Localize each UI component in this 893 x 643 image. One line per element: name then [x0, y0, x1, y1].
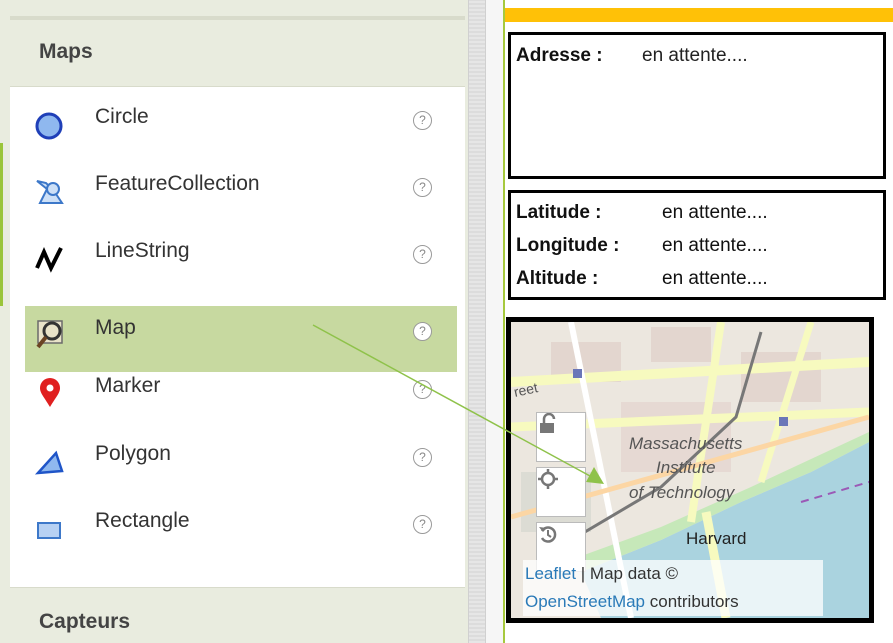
- components-palette: Maps Circle ? FeatureCollection ? LineSt…: [0, 0, 468, 643]
- marker-icon: [34, 377, 66, 409]
- altitude-label: Altitude :: [516, 268, 599, 289]
- map-icon: [34, 319, 66, 351]
- linestring-icon: [34, 242, 66, 274]
- latitude-value: en attente....: [662, 202, 768, 223]
- palette-item-polygon[interactable]: Polygon ?: [25, 432, 457, 498]
- lock-icon: [540, 413, 556, 433]
- crosshair-icon: [538, 469, 558, 489]
- adresse-value: en attente....: [642, 45, 748, 66]
- map-place-label: Institute: [656, 458, 716, 477]
- map-place-label: of Technology: [629, 483, 736, 502]
- title-bar: [505, 8, 893, 22]
- help-icon[interactable]: ?: [413, 245, 432, 264]
- attribution-text: | Map data ©: [580, 564, 679, 583]
- palette-item-label: Polygon: [95, 442, 171, 465]
- palette-item-rectangle[interactable]: Rectangle ?: [25, 499, 457, 565]
- polygon-icon: [34, 445, 66, 477]
- maps-items-panel: Circle ? FeatureCollection ? LineString …: [10, 86, 465, 587]
- rotate-icon: [539, 526, 557, 543]
- help-icon[interactable]: ?: [413, 448, 432, 467]
- selection-accent-bar: [0, 143, 3, 306]
- longitude-label: Longitude :: [516, 235, 620, 256]
- palette-item-label: Circle: [95, 105, 149, 128]
- coordinates-arrangement[interactable]: Latitude : en attente.... Longitude : en…: [508, 190, 886, 300]
- latitude-label: Latitude :: [516, 202, 602, 223]
- palette-item-label: Rectangle: [95, 509, 190, 532]
- palette-item-label: FeatureCollection: [95, 172, 260, 195]
- help-icon[interactable]: ?: [413, 111, 432, 130]
- viewer-border: [503, 0, 505, 643]
- help-icon[interactable]: ?: [413, 380, 432, 399]
- adresse-label: Adresse :: [516, 45, 603, 66]
- palette-item-linestring[interactable]: LineString ?: [25, 229, 457, 295]
- adresse-arrangement[interactable]: Adresse : en attente....: [508, 32, 886, 179]
- altitude-value: en attente....: [662, 268, 768, 289]
- help-icon[interactable]: ?: [413, 322, 432, 341]
- palette-item-featurecollection[interactable]: FeatureCollection ?: [25, 162, 457, 228]
- lock-button[interactable]: [536, 412, 586, 462]
- palette-item-label: LineString: [95, 239, 190, 262]
- map-attribution: Leaflet | Map data © OpenStreetMap contr…: [523, 560, 823, 616]
- longitude-value: en attente....: [662, 235, 768, 256]
- feature-collection-icon: [34, 175, 66, 207]
- palette-item-label: Map: [95, 316, 136, 339]
- leaflet-link[interactable]: Leaflet: [525, 564, 576, 583]
- map-place-label: Massachusetts: [629, 434, 743, 453]
- circle-icon: [34, 108, 66, 140]
- map-bridge-label: Harvard: [686, 529, 746, 548]
- locate-button[interactable]: [536, 467, 586, 517]
- help-icon[interactable]: ?: [413, 178, 432, 197]
- help-icon[interactable]: ?: [413, 515, 432, 534]
- palette-item-label: Marker: [95, 374, 161, 397]
- rectangle-icon: [34, 512, 66, 544]
- palette-item-map[interactable]: Map ?: [25, 306, 457, 372]
- attribution-text: contributors: [649, 592, 739, 611]
- panel-splitter[interactable]: [468, 0, 486, 643]
- palette-item-circle[interactable]: Circle ?: [25, 95, 457, 161]
- map-component[interactable]: reet Massachusetts Institute of Technolo…: [506, 317, 874, 623]
- capteurs-section-header[interactable]: Capteurs: [10, 587, 465, 643]
- palette-item-marker[interactable]: Marker ?: [25, 364, 457, 430]
- maps-section-header[interactable]: Maps: [10, 20, 465, 86]
- openstreetmap-link[interactable]: OpenStreetMap: [525, 592, 645, 611]
